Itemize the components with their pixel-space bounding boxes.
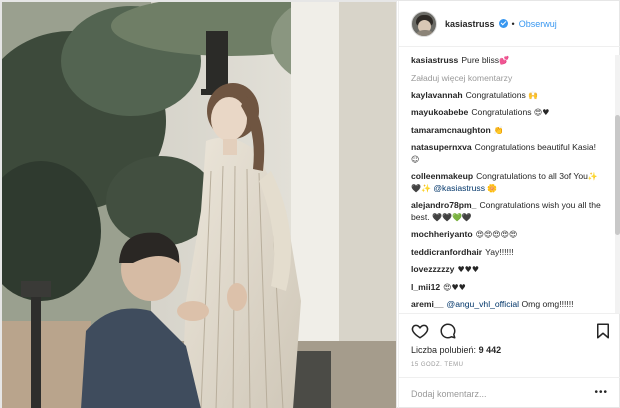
caption-emoji: 💕 (499, 56, 510, 65)
comment-row: l_mii12 😍♥♥ (411, 282, 605, 294)
verified-icon (498, 19, 508, 28)
comment-username[interactable]: mayukoabebe (411, 107, 468, 117)
comment-username[interactable]: colleenmakeup (411, 171, 473, 181)
comments-list[interactable]: kasiastruss Pure bliss💕 Załaduj więcej ko… (399, 55, 613, 313)
comment-row: lovezzzzzy ♥♥♥ (411, 264, 605, 276)
comment-text: Congratulations beautiful Kasia! (474, 142, 597, 152)
comment-row: tamaramcnaughton 👏 (411, 125, 605, 137)
comment-row: mochheriyanto 😍😍😍😍😍 (411, 229, 605, 241)
comment-emoji: 🖤🖤💚🖤 (432, 212, 472, 222)
comment-emoji: 😍😍😍😍😍 (475, 230, 518, 239)
comment-mention[interactable]: @kasiastruss (433, 183, 485, 193)
comment-emoji: 😍♥♥ (443, 282, 466, 292)
comment-row: teddicranfordhair Yay!!!!!! (411, 247, 605, 259)
comment-mention[interactable]: @angu_vhl_official (447, 299, 520, 309)
post-side-panel: kasiastruss • Obserwuj kasiastruss Pure b… (398, 1, 620, 408)
comment-username[interactable]: l_mii12 (411, 282, 440, 292)
comment-username[interactable]: kaylavannah (411, 90, 463, 100)
post-header: kasiastruss • Obserwuj (399, 1, 620, 47)
heart-icon[interactable] (411, 322, 429, 340)
add-comment-input[interactable] (411, 388, 581, 399)
caption: kasiastruss Pure bliss💕 (411, 55, 605, 67)
comment-username[interactable]: teddicranfordhair (411, 247, 482, 257)
comment-text: Yay!!!!!! (485, 246, 514, 257)
comment-text: Congratulations (465, 89, 529, 100)
follow-button[interactable]: Obserwuj (519, 19, 557, 29)
comment-emoji: 👏 (493, 125, 504, 135)
action-bar (399, 313, 620, 347)
comment-text: Omg omg!!!!!! (519, 299, 574, 309)
caption-username[interactable]: kasiastruss (411, 55, 458, 65)
comment-emoji-tail: 🌼 (487, 183, 498, 193)
bookmark-icon[interactable] (594, 322, 612, 340)
add-comment-bar: ••• (399, 377, 620, 408)
header-username[interactable]: kasiastruss (445, 19, 495, 29)
avatar[interactable] (411, 10, 437, 37)
comment-text: Congratulations (471, 107, 534, 117)
post-timestamp: 15 GODZ. TEMU (411, 362, 464, 368)
comment-username[interactable]: alejandro78pm_ (411, 200, 476, 210)
comment-username[interactable]: lovezzzzzy (411, 264, 454, 274)
comment-row: aremi__ @angu_vhl_official Omg omg!!!!!! (411, 299, 605, 311)
instagram-post: kasiastruss • Obserwuj kasiastruss Pure b… (0, 0, 620, 408)
comment-emoji: ☺ (411, 154, 420, 164)
caption-text: Pure bliss (461, 55, 500, 65)
photo-illustration (1, 1, 397, 408)
more-options-icon[interactable]: ••• (594, 388, 608, 398)
comment-username[interactable]: natasupernxva (411, 142, 472, 152)
comment-emoji: 😍♥ (533, 108, 550, 117)
comment-row: kaylavannah Congratulations 🙌 (411, 90, 605, 102)
likes-number: 9 442 (478, 345, 502, 355)
comment-row: natasupernxva Congratulations beautiful K… (411, 142, 605, 165)
likes-label: Liczba polubień: (411, 345, 477, 355)
comment-username[interactable]: aremi__ (411, 299, 444, 309)
comment-row: alejandro78pm_ Congratulations wish you a… (411, 200, 605, 223)
comment-emoji: ♥♥♥ (457, 265, 479, 274)
header-separator: • (511, 18, 515, 29)
load-more-comments-link[interactable]: Załaduj więcej komentarzy (411, 73, 605, 83)
post-photo[interactable] (1, 1, 397, 408)
comments-scrollbar[interactable] (615, 55, 620, 313)
comment-icon[interactable] (439, 322, 457, 340)
comment-row: colleenmakeup Congratulations to all 3of … (411, 171, 605, 194)
comment-emoji: 🙌 (528, 90, 539, 100)
likes-count[interactable]: Liczba polubień: 9 442 (411, 345, 501, 355)
comment-row: mayukoabebe Congratulations 😍♥ (411, 107, 605, 119)
comment-username[interactable]: tamaramcnaughton (411, 125, 491, 135)
comment-text: Congratulations to all 3of You (476, 171, 588, 181)
comment-username[interactable]: mochheriyanto (411, 229, 473, 239)
scrollbar-thumb[interactable] (615, 115, 620, 235)
